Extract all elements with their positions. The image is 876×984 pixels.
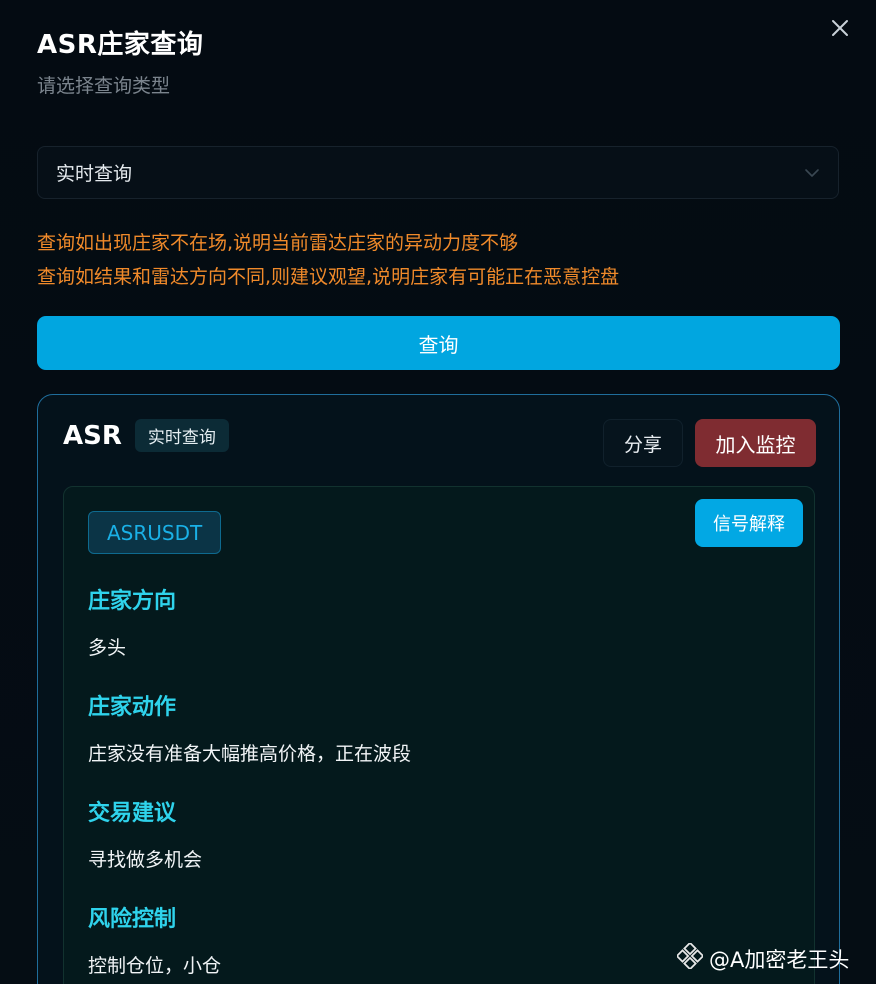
section-value: 寻找做多机会 [88,849,203,871]
chevron-down-icon [804,165,820,181]
section-title: 庄家动作 [88,695,177,720]
modal-subtitle: 请选择查询类型 [37,75,171,97]
result-symbol: ASR [63,420,122,451]
query-type-value: 实时查询 [56,163,133,185]
warning-line: 查询如结果和雷达方向不同,则建议观望,说明庄家有可能正在恶意控盘 [37,266,620,288]
trading-pair-tag: ASRUSDT [88,511,222,554]
modal-title: ASR庄家查询 [37,30,204,60]
section-direction: 庄家方向 多头 [88,583,176,660]
signal-explain-button[interactable]: 信号解释 [695,499,803,547]
result-header: ASR 实时查询 [63,419,229,452]
section-title: 庄家方向 [88,589,177,614]
section-title: 风险控制 [88,907,177,932]
section-title: 交易建议 [88,801,177,826]
section-risk: 风险控制 控制仓位，小仓 [88,901,221,978]
signal-panel: ASRUSDT 信号解释 庄家方向 多头 庄家动作 庄家没有准备大幅推高价格，正… [63,486,815,984]
query-type-select[interactable]: 实时查询 [37,146,839,199]
section-value: 控制仓位，小仓 [88,955,222,977]
section-advice: 交易建议 寻找做多机会 [88,795,202,872]
close-icon[interactable] [828,16,852,40]
warning-line: 查询如出现庄家不在场,说明当前雷达庄家的异动力度不够 [37,232,519,254]
watermark: @A加密老王头 [675,941,850,974]
query-mode-badge: 实时查询 [134,419,229,452]
section-action: 庄家动作 庄家没有准备大幅推高价格，正在波段 [88,689,411,766]
watermark-text: @A加密老王头 [709,947,850,972]
add-monitor-button[interactable]: 加入监控 [695,419,816,467]
query-modal: ASR庄家查询 请选择查询类型 实时查询 查询如出现庄家不在场,说明当前雷达庄家… [0,0,876,984]
result-card: ASR 实时查询 分享 加入监控 ASRUSDT 信号解释 庄家方向 多头 庄家… [37,394,840,984]
query-button[interactable]: 查询 [37,316,840,370]
binance-logo-icon [675,941,709,974]
section-value: 多头 [88,637,127,659]
share-button[interactable]: 分享 [603,419,683,467]
warning-notes: 查询如出现庄家不在场,说明当前雷达庄家的异动力度不够 查询如结果和雷达方向不同,… [37,226,619,294]
section-value: 庄家没有准备大幅推高价格，正在波段 [88,743,412,765]
